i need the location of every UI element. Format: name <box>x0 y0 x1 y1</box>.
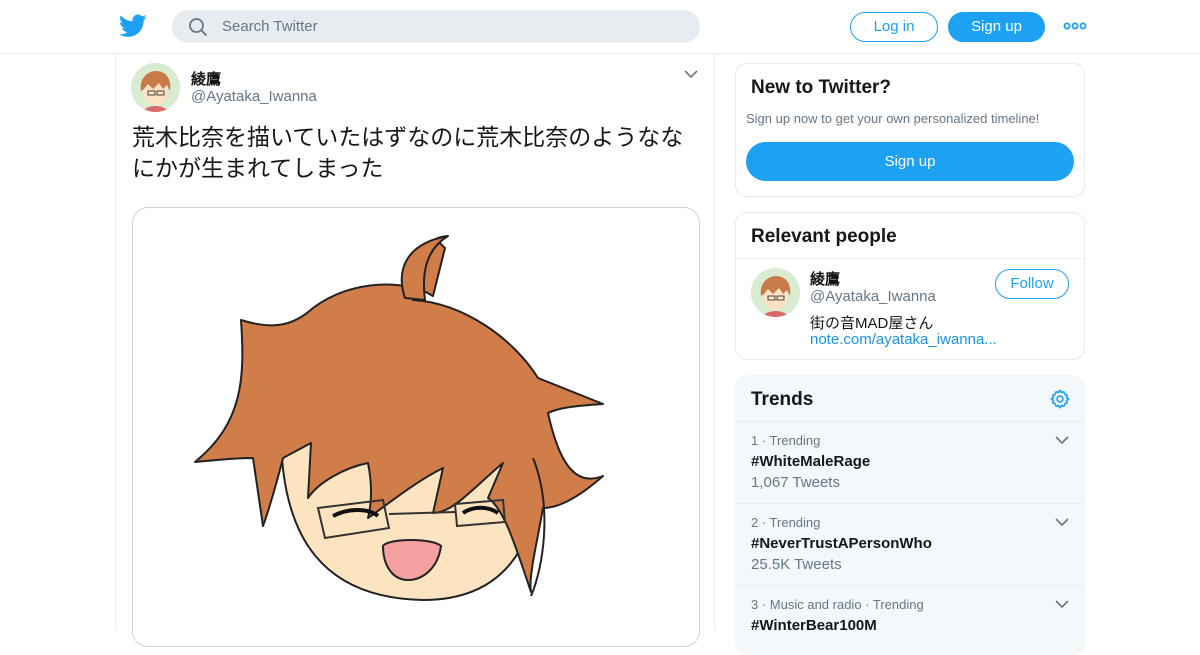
trend-meta: 2 · Trending <box>751 515 821 530</box>
trend-meta: 1 · Trending <box>751 433 821 448</box>
avatar[interactable] <box>751 268 800 317</box>
search-input[interactable] <box>222 10 682 43</box>
more-options-icon[interactable] <box>1063 17 1087 35</box>
gear-icon[interactable] <box>1049 388 1071 410</box>
trend-count: 1,067 Tweets <box>751 474 840 491</box>
chevron-down-icon[interactable] <box>1055 517 1069 527</box>
new-to-twitter-title: New to Twitter? <box>751 77 892 98</box>
trend-name[interactable]: #WinterBear100M <box>751 617 877 634</box>
tweet-text: 荒木比奈を描いていたはずなのに荒木比奈のようななにかが生まれてしまった <box>132 124 684 181</box>
trends-card: Trends 1 · Trending #WhiteMaleRage 1,067… <box>735 375 1085 655</box>
chevron-down-icon[interactable] <box>684 69 698 79</box>
tweet-author-handle[interactable]: @Ayataka_Iwanna <box>191 88 317 105</box>
twitter-logo-icon[interactable] <box>119 13 147 39</box>
trend-name[interactable]: #WhiteMaleRage <box>751 453 870 470</box>
chevron-down-icon[interactable] <box>1055 599 1069 609</box>
trend-meta: 3 · Music and radio · Trending <box>751 597 924 612</box>
new-to-twitter-subtitle: Sign up now to get your own personalized… <box>746 111 1040 126</box>
trend-item[interactable]: 2 · Trending #NeverTrustAPersonWho 25.5K… <box>736 503 1084 585</box>
search-bar[interactable] <box>172 10 700 43</box>
top-bar: Log in Sign up <box>0 0 1200 54</box>
search-icon <box>189 18 207 36</box>
trends-title: Trends <box>751 389 814 410</box>
relevant-user-link[interactable]: note.com/ayataka_iwanna... <box>810 331 997 348</box>
trend-item[interactable]: 1 · Trending #WhiteMaleRage 1,067 Tweets <box>736 421 1084 503</box>
illustration-image <box>194 235 604 602</box>
relevant-user-bio: 街の音MAD屋さん <box>810 315 934 332</box>
tweet-author-name[interactable]: 綾鷹 <box>191 68 221 89</box>
trend-name[interactable]: #NeverTrustAPersonWho <box>751 535 932 552</box>
relevant-people-card: Relevant people 綾鷹 @Ayataka_Iwanna 街の音MA… <box>735 212 1085 360</box>
tweet-column: 綾鷹 @Ayataka_Iwanna 荒木比奈を描いていたはずなのに荒木比奈のよ… <box>115 54 715 647</box>
login-button[interactable]: Log in <box>850 12 938 42</box>
new-to-twitter-card: New to Twitter? Sign up now to get your … <box>735 63 1085 197</box>
relevant-user-name[interactable]: 綾鷹 <box>810 268 840 289</box>
sidebar-signup-button[interactable]: Sign up <box>746 142 1074 181</box>
divider <box>736 258 1084 259</box>
trend-count: 25.5K Tweets <box>751 556 842 573</box>
tweet-media-image[interactable] <box>132 207 700 647</box>
avatar-image <box>751 268 800 317</box>
avatar-image <box>131 63 180 112</box>
avatar[interactable] <box>131 63 180 112</box>
chevron-down-icon[interactable] <box>1055 435 1069 445</box>
relevant-user-handle[interactable]: @Ayataka_Iwanna <box>810 288 936 305</box>
relevant-people-title: Relevant people <box>751 226 897 247</box>
trend-item[interactable]: 3 · Music and radio · Trending #WinterBe… <box>736 585 1084 654</box>
signup-button[interactable]: Sign up <box>948 12 1045 42</box>
follow-button[interactable]: Follow <box>995 269 1069 299</box>
